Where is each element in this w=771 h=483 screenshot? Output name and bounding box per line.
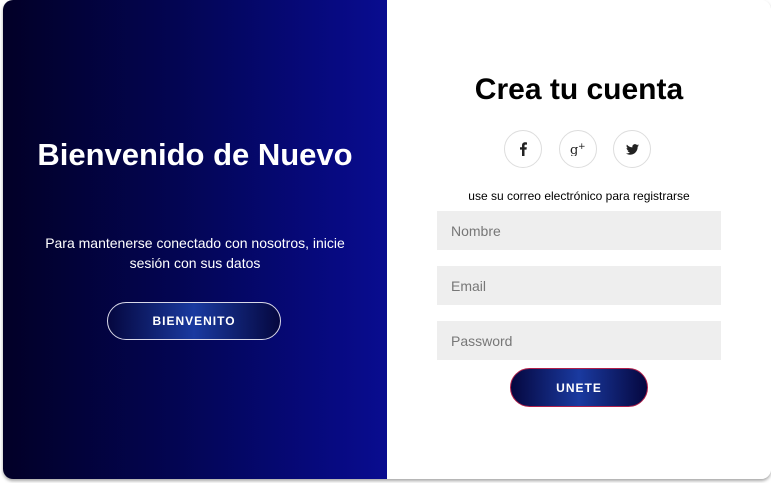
welcome-overlay-panel: Bienvenido de Nuevo Para mantenerse cone… [3,0,387,479]
google-plus-button[interactable]: g + [559,130,597,168]
facebook-icon [520,142,527,156]
name-field[interactable] [437,211,721,250]
password-field[interactable] [437,321,721,360]
signup-submit-button[interactable]: UNETE [510,368,648,407]
email-field[interactable] [437,266,721,305]
signup-title: Crea tu cuenta [474,73,684,106]
auth-card: Bienvenido de Nuevo Para mantenerse cone… [3,0,771,479]
google-plus-icon: g + [570,142,586,156]
facebook-button[interactable] [504,130,542,168]
twitter-icon [625,143,639,155]
svg-text:+: + [578,142,586,152]
welcome-button[interactable]: BIENVENITO [107,302,281,340]
welcome-text: Para mantenerse conectado con nosotros, … [45,235,345,271]
signup-hint: use su correo electrónico para registrar… [468,189,690,203]
twitter-button[interactable] [613,130,651,168]
welcome-title: Bienvenido de Nuevo [37,137,353,172]
signup-form-panel: Crea tu cuenta g + use su correo electró… [387,0,771,479]
